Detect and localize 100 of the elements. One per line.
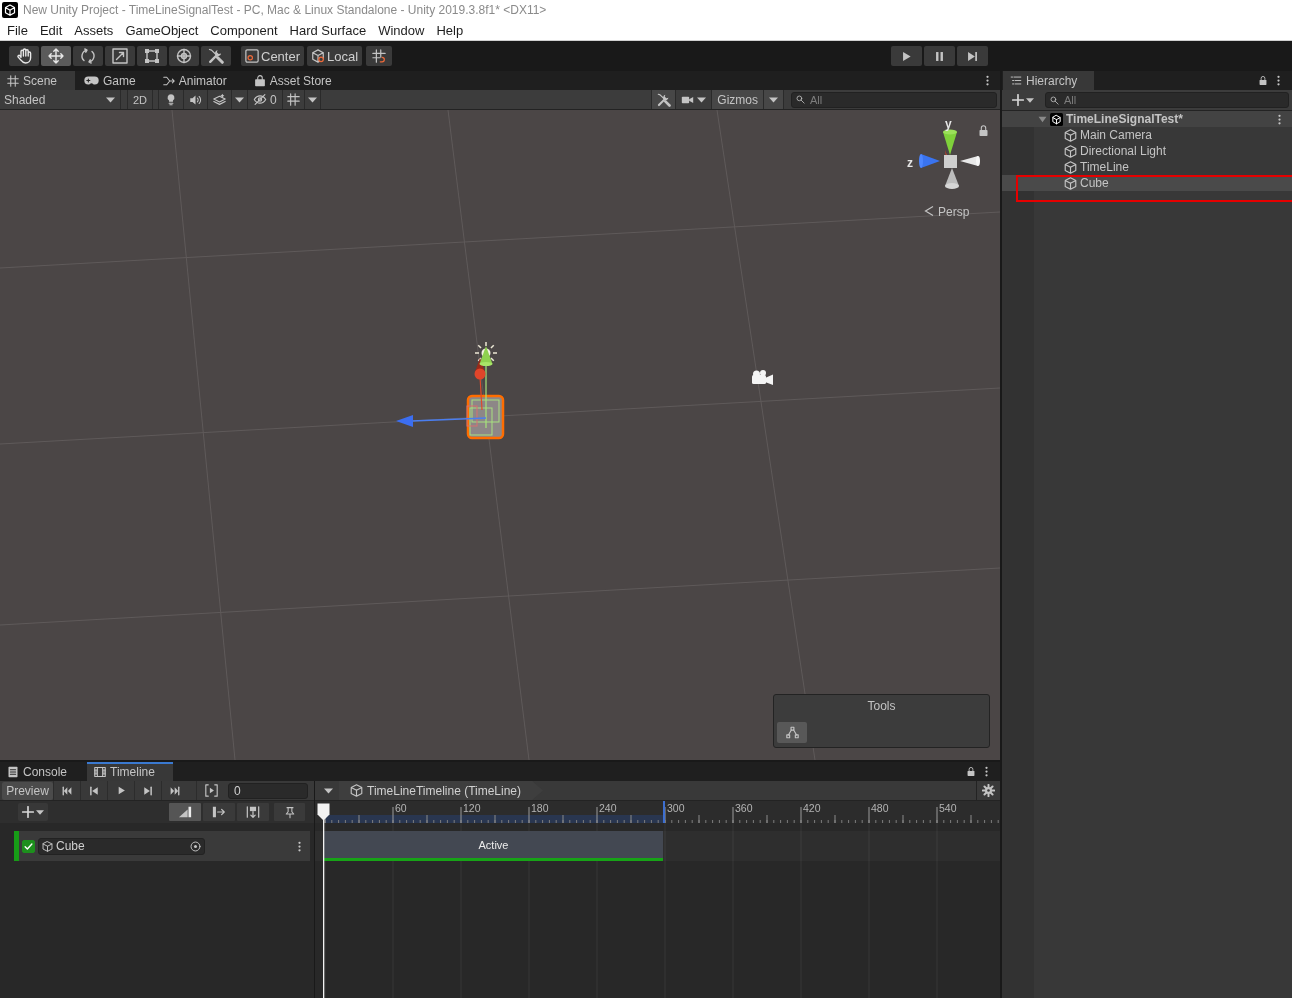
scale-icon [112, 48, 128, 64]
kebab-menu-icon [1278, 113, 1281, 125]
cube-icon [350, 784, 363, 797]
cube-icon [1064, 160, 1077, 174]
lock-icon [966, 766, 976, 777]
hierarchy-item[interactable]: Directional Light [1002, 143, 1292, 159]
frame-field[interactable]: 0 [228, 782, 308, 799]
menu-item[interactable]: File [1, 22, 34, 38]
hierarchy-item[interactable]: TimeLineSignalTest* [1002, 111, 1292, 127]
video-camera-icon [681, 95, 695, 104]
move-tool-button[interactable] [41, 46, 71, 66]
caret-icon [307, 96, 317, 103]
menu-item[interactable]: Hard Surface [283, 22, 373, 38]
pin-icon [283, 805, 296, 819]
menu-item[interactable]: Help [430, 22, 470, 38]
branch-icon [162, 74, 175, 87]
rect-tool-button[interactable] [137, 46, 167, 66]
hand-tool-button[interactable] [9, 46, 39, 66]
menu-item[interactable]: GameObject [119, 22, 205, 38]
window-title: New Unity Project - TimeLineSignalTest - PC, Mac & Linux Standalone - Unity 2019.3.8f1* <DX11> [23, 3, 547, 17]
cube-dot-icon [311, 49, 326, 63]
rotate-icon [80, 48, 96, 64]
unity-logo-icon [1050, 112, 1063, 126]
lighting-toggle[interactable] [158, 90, 184, 109]
replace-mode-button[interactable] [237, 803, 269, 821]
tools-toggle[interactable] [651, 90, 677, 109]
hierarchy-item[interactable]: TimeLine [1002, 159, 1292, 175]
path-tool-button[interactable] [777, 722, 807, 743]
grid-snap-button[interactable] [366, 46, 393, 66]
plus-icon [22, 806, 34, 818]
play-icon [901, 50, 912, 62]
scene-view-tab[interactable]: Asset Store [246, 71, 350, 90]
axis-label: z [907, 156, 913, 170]
camera-icon [752, 370, 773, 385]
scene-view-tab[interactable]: Animator [155, 71, 245, 90]
cube-icon [42, 840, 53, 852]
play-button[interactable] [891, 46, 922, 66]
scene-view-tab[interactable]: Game [77, 71, 154, 90]
space-button[interactable]: Local [307, 46, 363, 66]
track-checkbox[interactable] [22, 839, 35, 853]
axis-label: y [945, 117, 952, 131]
chevron-icon [924, 205, 934, 217]
menu-item[interactable]: Edit [33, 22, 69, 38]
move-icon [48, 48, 64, 64]
orientation-gizmo[interactable] [919, 129, 980, 189]
preview-button[interactable]: Preview [2, 781, 53, 800]
pin-button[interactable] [274, 803, 305, 821]
playhead[interactable] [317, 803, 330, 998]
expand-triangle-icon[interactable] [1037, 114, 1047, 124]
timeline-clip[interactable]: Active [324, 831, 663, 861]
end-marker[interactable] [663, 801, 665, 823]
caret-icon [697, 96, 707, 103]
mode-2d-button[interactable]: 2D [127, 90, 153, 109]
search-icon [796, 95, 805, 104]
settings-icon [982, 784, 995, 797]
custom-tool-button[interactable] [201, 46, 231, 66]
kebab-menu-icon [298, 840, 301, 852]
gizmos-dropdown[interactable]: Gizmos [712, 90, 784, 109]
hash-icon [7, 74, 19, 87]
cube-icon [1064, 128, 1077, 142]
move-gizmo[interactable] [396, 346, 493, 429]
asset-breadcrumb[interactable]: TimeLineTimeline (TimeLine) [339, 781, 544, 800]
search-field[interactable]: All [791, 91, 997, 108]
pause-button[interactable] [924, 46, 955, 66]
ripple-mode-button[interactable] [203, 803, 235, 821]
check-icon [24, 841, 33, 851]
previous-frame-icon [89, 785, 99, 796]
scene-view-tab[interactable]: Scene [0, 71, 76, 90]
ruler-label: 360 [735, 802, 753, 814]
menu-item[interactable]: Assets [68, 22, 120, 38]
ruler-label: 540 [939, 802, 957, 814]
scale-tool-button[interactable] [105, 46, 135, 66]
track-header[interactable]: Cube [14, 831, 310, 861]
crosshair-circle-icon [176, 48, 192, 64]
rect-icon [144, 48, 160, 64]
time-ruler[interactable]: 60 120 180 240 300 360 420 480 540 [315, 801, 1000, 823]
rotate-tool-button[interactable] [73, 46, 103, 66]
step-button[interactable] [957, 46, 988, 66]
menu-item[interactable]: Component [204, 22, 284, 38]
menu-item[interactable]: Window [372, 22, 431, 38]
hierarchy-tab[interactable]: Hierarchy [1003, 71, 1095, 90]
track-binding-field[interactable]: Cube [38, 837, 205, 855]
effects-dropdown[interactable] [232, 90, 248, 109]
layers-icon [213, 93, 226, 106]
hierarchy-item[interactable]: Main Camera [1002, 127, 1292, 143]
replace-icon [246, 805, 260, 819]
kebab-menu-icon [985, 766, 988, 777]
projection-label[interactable]: Persp [938, 205, 970, 219]
ruler-label: 120 [463, 802, 481, 814]
mix-mode-button[interactable] [169, 803, 201, 821]
search-field[interactable]: All [1045, 92, 1289, 108]
ruler-label: 180 [531, 802, 549, 814]
wrench-screwdriver-icon [208, 48, 224, 64]
grid-icon [372, 49, 387, 63]
lock-icon[interactable] [979, 125, 988, 136]
film-icon [94, 765, 107, 778]
pivot-button[interactable]: Center [241, 46, 305, 66]
panel-tab[interactable]: Timeline [87, 762, 173, 781]
transform-tool-button[interactable] [169, 46, 199, 66]
panel-tab[interactable]: Console [0, 762, 86, 781]
